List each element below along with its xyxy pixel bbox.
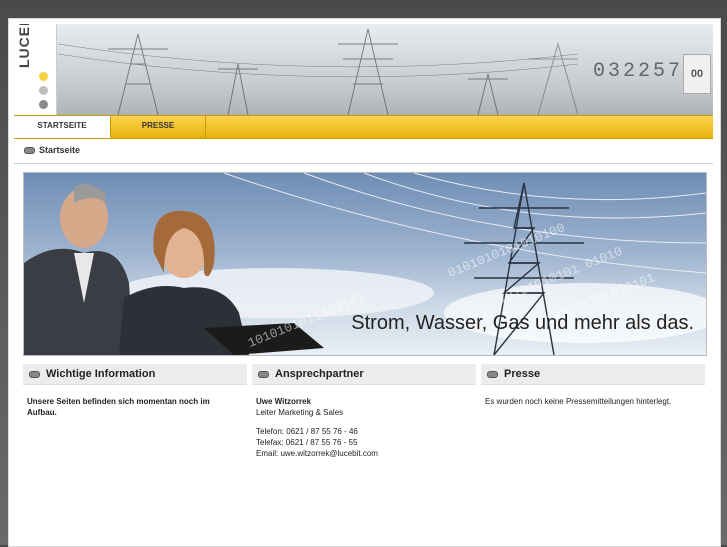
visitor-counter: 032257 bbox=[592, 60, 683, 83]
info-section-body: Unsere Seiten befinden sich momentan noc… bbox=[27, 396, 232, 418]
section-icon bbox=[487, 370, 498, 378]
press-section-header: Presse bbox=[481, 364, 705, 385]
breadcrumb-label[interactable]: Startseite bbox=[39, 145, 80, 155]
contact-fax: Telefax: 0621 / 87 55 76 - 55 bbox=[256, 438, 358, 447]
press-title: Presse bbox=[504, 368, 541, 380]
contact-name: Uwe Witzorrek bbox=[256, 397, 312, 406]
nav-item-presse[interactable]: PRESSE bbox=[111, 116, 206, 138]
contact-email[interactable]: Email: uwe.witzorrek@lucebit.com bbox=[256, 448, 471, 459]
contact-title: Ansprechpartner bbox=[275, 368, 364, 380]
breadcrumb: Startseite bbox=[14, 139, 713, 164]
contact-section-body: Uwe Witzorrek Leiter Marketing & Sales T… bbox=[256, 396, 471, 459]
press-section-body: Es wurden noch keine Pressemitteilungen … bbox=[485, 396, 700, 407]
logo-dot-dark bbox=[39, 100, 48, 109]
main-nav: STARTSEITE PRESSE bbox=[14, 115, 713, 139]
contact-section-header: Ansprechpartner bbox=[252, 364, 476, 385]
power-pylons-image bbox=[58, 28, 578, 115]
hero-banner: 0101010101010100 10101010101 01010 01010… bbox=[23, 172, 707, 356]
counter-badge: 00 bbox=[683, 54, 711, 94]
logo-dot-yellow bbox=[39, 72, 48, 81]
site-header: LUCEBIT 032257 00 bbox=[14, 24, 713, 115]
info-text: Unsere Seiten befinden sich momentan noc… bbox=[27, 397, 210, 417]
section-icon bbox=[29, 370, 40, 378]
logo[interactable]: LUCEBIT bbox=[14, 24, 57, 115]
contact-role: Leiter Marketing & Sales bbox=[256, 408, 344, 417]
logo-dot-gray bbox=[39, 86, 48, 95]
logo-text: LUCEBIT bbox=[16, 24, 32, 68]
breadcrumb-icon bbox=[24, 147, 35, 154]
info-title: Wichtige Information bbox=[46, 368, 156, 380]
banner-caption: Strom, Wasser, Gas und mehr als das. bbox=[351, 312, 694, 334]
info-section-header: Wichtige Information bbox=[23, 364, 247, 385]
page-container: LUCEBIT 032257 00 STARTSEITE PRESSE Star… bbox=[8, 18, 721, 547]
nav-item-startseite[interactable]: STARTSEITE bbox=[14, 116, 111, 138]
section-icon bbox=[258, 370, 269, 378]
contact-phone: Telefon: 0621 / 87 55 76 - 46 bbox=[256, 427, 358, 436]
press-text: Es wurden noch keine Pressemitteilungen … bbox=[485, 397, 672, 406]
